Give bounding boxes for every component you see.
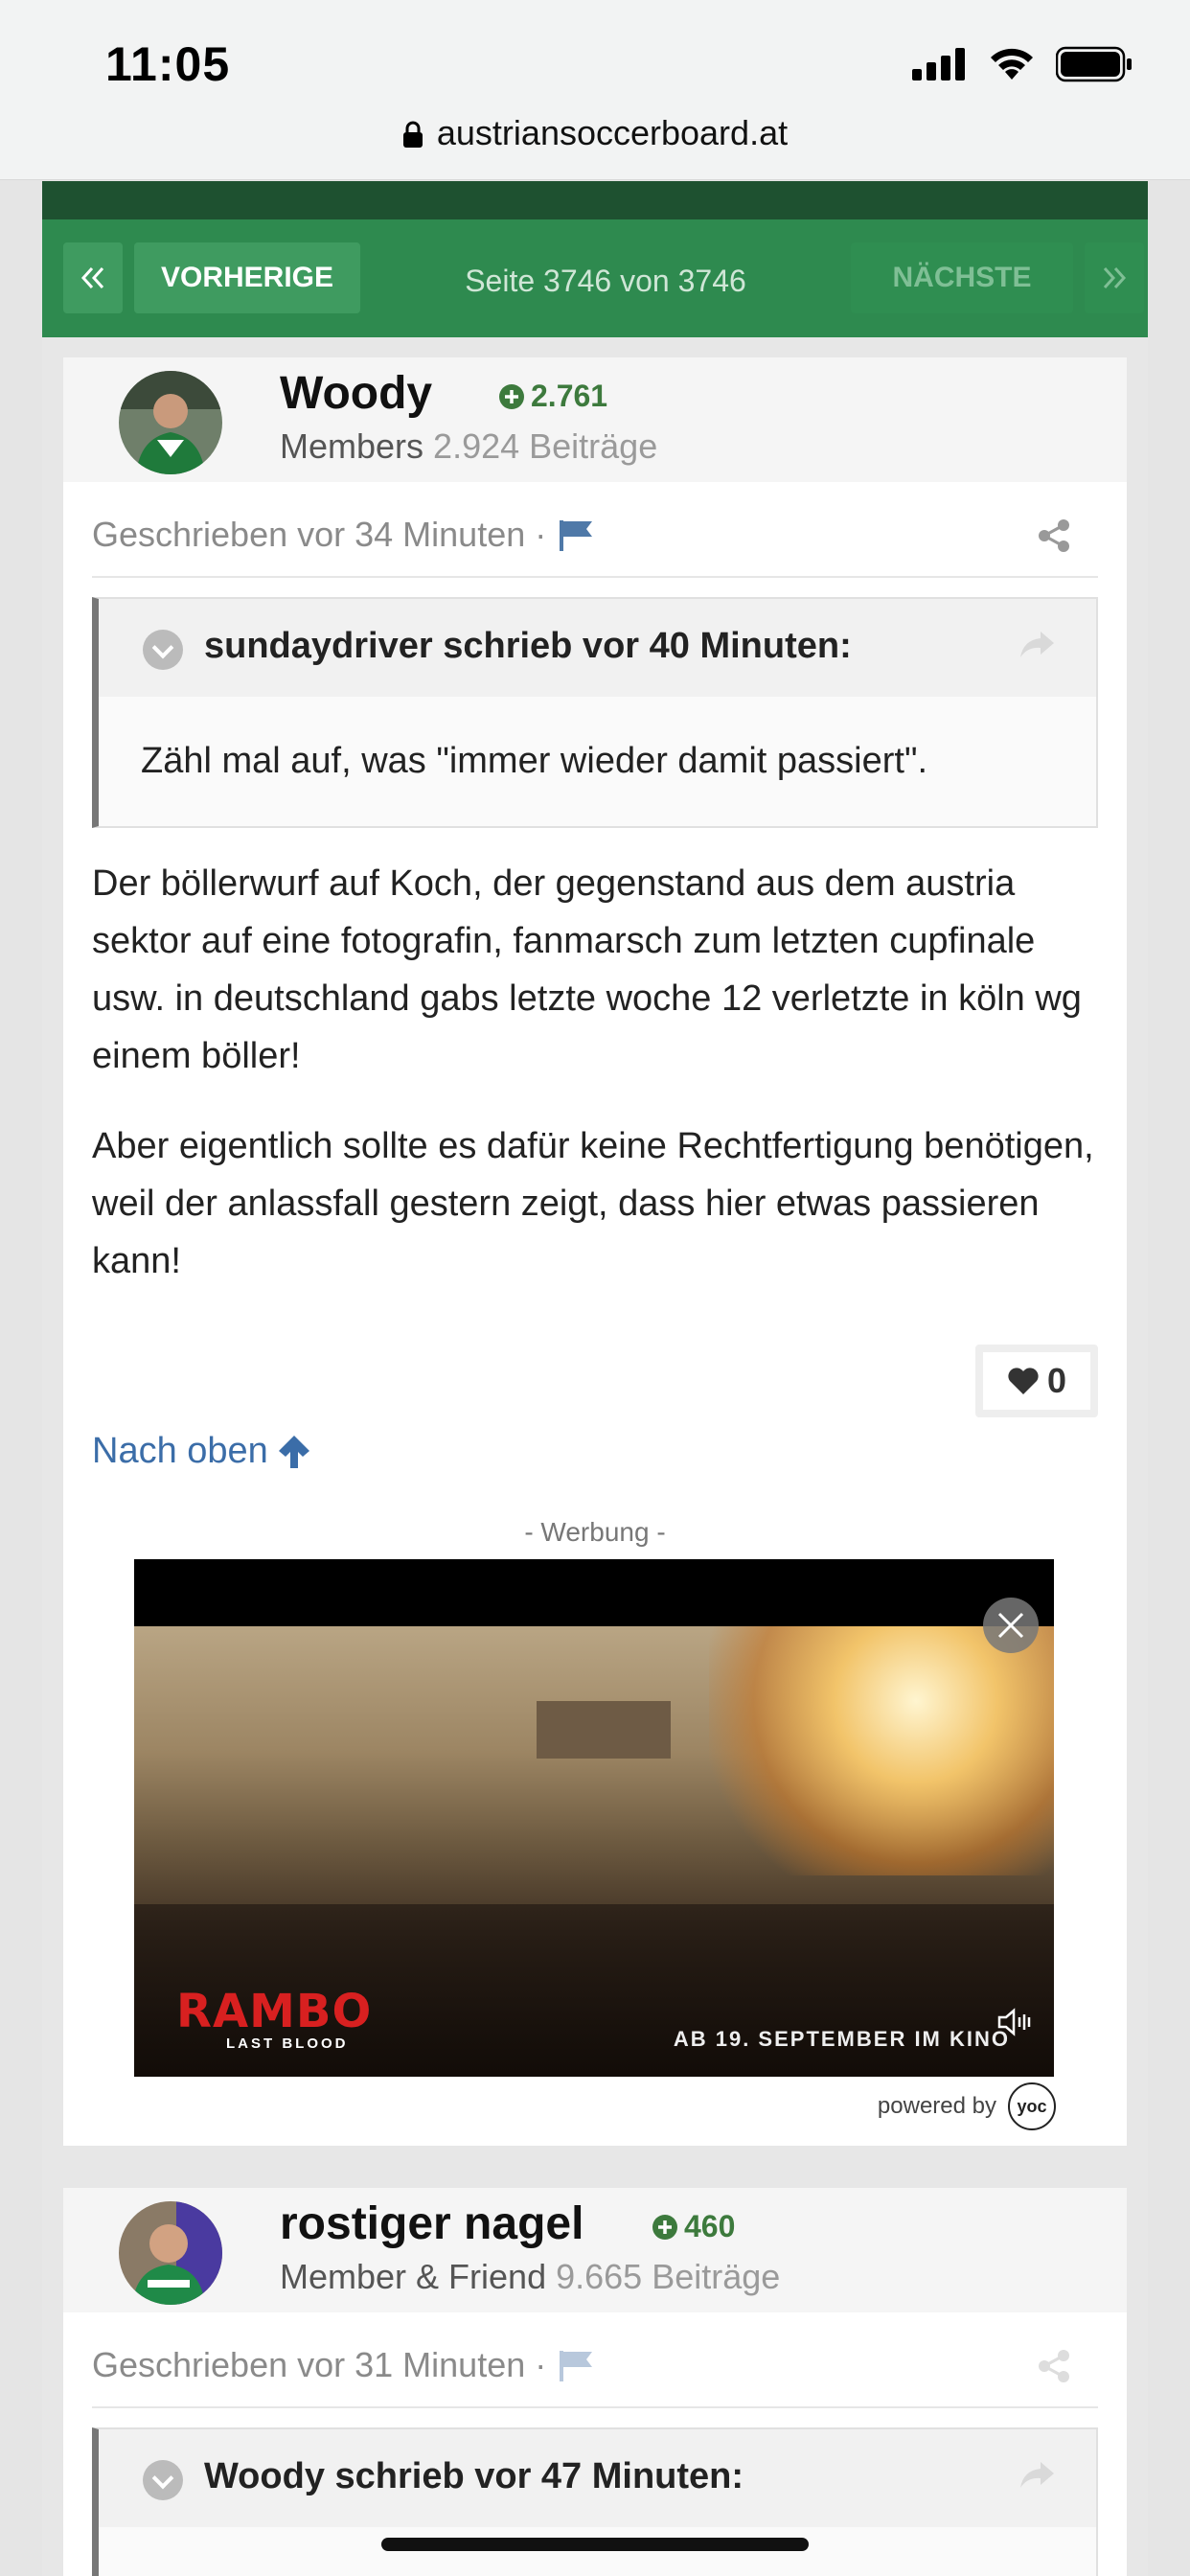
quote-block: sundaydriver schrieb vor 40 Minuten: Zäh… — [92, 597, 1098, 828]
last-page-button[interactable] — [1085, 242, 1144, 313]
close-icon — [997, 1612, 1024, 1639]
ad-brand-sub: LAST BLOOD — [226, 2036, 349, 2052]
quote-header: Woody schrieb vor 47 Minuten: — [99, 2429, 1096, 2527]
post-paragraph: Der böllerwurf auf Koch, der gegenstand … — [92, 863, 1082, 1076]
back-to-top-label: Nach oben — [92, 1431, 268, 1471]
ad-brand: RAMBO — [176, 1985, 373, 2038]
status-icons — [912, 46, 1133, 82]
heart-icon — [1008, 1368, 1039, 1394]
reputation-value: 460 — [684, 2209, 736, 2243]
powered-by-label: powered by — [877, 2093, 996, 2119]
author-name[interactable]: Woody — [280, 367, 432, 420]
signal-icon — [912, 48, 965, 80]
url-bar[interactable]: austriansoccerboard.at — [0, 113, 1190, 153]
post-count: 2.924 Beiträge — [433, 426, 658, 466]
ad-scene-house — [537, 1701, 671, 1759]
pagination-bar: VORHERIGE Seite 3746 von 3746 NÄCHSTE — [42, 219, 1148, 337]
quote-block: Woody schrieb vor 47 Minuten: — [92, 2427, 1098, 2576]
sound-icon[interactable] — [996, 2006, 1035, 2038]
browser-top-bar: 11:05 austriansoccerboard.at — [0, 0, 1190, 180]
role-label: Members — [280, 426, 424, 466]
post: Woody 2.761 Members 2.924 Beiträge Gesch… — [63, 357, 1127, 2146]
post-header: rostiger nagel 460 Member & Friend 9.665… — [63, 2188, 1127, 2312]
post-count: 9.665 Beiträge — [556, 2257, 781, 2296]
post-date-text: Geschrieben vor 31 Minuten · — [92, 2345, 547, 2384]
yoc-logo: yoc — [1008, 2082, 1056, 2130]
battery-icon — [1056, 46, 1132, 82]
reputation-value: 2.761 — [531, 379, 608, 413]
lock-icon — [402, 121, 423, 148]
post: rostiger nagel 460 Member & Friend 9.665… — [63, 2188, 1127, 2576]
post-meta: Geschrieben vor 31 Minuten · — [92, 2312, 1098, 2408]
double-chevron-right-icon — [1103, 266, 1127, 289]
post-meta: Geschrieben vor 34 Minuten · — [92, 482, 1098, 578]
reputation-badge: 460 — [652, 2209, 735, 2244]
share-icon[interactable] — [1037, 2349, 1071, 2383]
back-to-top-link[interactable]: Nach oben — [92, 1431, 310, 1472]
header-strip — [42, 181, 1148, 219]
plus-circle-icon — [499, 383, 524, 409]
plus-circle-icon — [652, 2214, 677, 2240]
reply-arrow-icon[interactable] — [1018, 2458, 1056, 2491]
avatar[interactable] — [119, 2201, 222, 2305]
double-chevron-left-icon — [80, 266, 104, 289]
page-indicator[interactable]: Seite 3746 von 3746 — [368, 264, 843, 299]
author-name[interactable]: rostiger nagel — [280, 2197, 584, 2250]
flag-icon[interactable] — [558, 518, 596, 551]
member-role: Member & Friend 9.665 Beiträge — [280, 2257, 780, 2297]
page-content: VORHERIGE Seite 3746 von 3746 NÄCHSTE Wo… — [42, 181, 1148, 2576]
ad-tagline: AB 19. SEPTEMBER IM KINO — [673, 2027, 1010, 2051]
member-role: Members 2.924 Beiträge — [280, 426, 657, 467]
post-header: Woody 2.761 Members 2.924 Beiträge — [63, 357, 1127, 482]
quote-header: sundaydriver schrieb vor 40 Minuten: — [99, 599, 1096, 697]
flag-icon[interactable] — [558, 2349, 596, 2381]
post-paragraph: Aber eigentlich sollte es dafür keine Re… — [92, 1126, 1094, 1281]
reply-arrow-icon[interactable] — [1018, 628, 1056, 660]
ad-powered-by[interactable]: powered by yoc — [878, 2082, 1056, 2130]
post-date: Geschrieben vor 34 Minuten · — [92, 515, 596, 555]
reputation-badge: 2.761 — [498, 379, 607, 414]
role-label: Member & Friend — [280, 2257, 547, 2296]
quote-body: Zähl mal auf, was "immer wieder damit pa… — [141, 741, 928, 781]
next-page-button[interactable]: NÄCHSTE — [851, 242, 1073, 313]
video-ad[interactable]: RAMBO LAST BLOOD AB 19. SEPTEMBER IM KIN… — [134, 1559, 1054, 2077]
ad-scene-explosion — [709, 1626, 1054, 1875]
first-page-button[interactable] — [63, 242, 123, 313]
ad-close-button[interactable] — [983, 1598, 1039, 1653]
post-date: Geschrieben vor 31 Minuten · — [92, 2345, 596, 2385]
arrow-up-icon — [278, 1435, 309, 1468]
quote-title: sundaydriver schrieb vor 40 Minuten: — [204, 626, 852, 666]
prev-page-button[interactable]: VORHERIGE — [134, 242, 360, 313]
url-text: austriansoccerboard.at — [436, 113, 789, 152]
post-content: Der böllerwurf auf Koch, der gegenstand … — [63, 828, 1127, 1290]
post-date-text: Geschrieben vor 34 Minuten · — [92, 515, 547, 554]
wifi-icon — [991, 48, 1033, 80]
home-indicator — [381, 2538, 809, 2551]
quote-title: Woody schrieb vor 47 Minuten: — [204, 2456, 744, 2496]
quote-collapse-toggle[interactable] — [143, 2460, 183, 2500]
like-count: 0 — [1046, 1361, 1067, 1400]
share-icon[interactable] — [1037, 518, 1071, 553]
ad-label: - Werbung - — [524, 1517, 666, 1547]
quote-collapse-toggle[interactable] — [143, 630, 183, 670]
avatar[interactable] — [119, 371, 222, 474]
like-button[interactable]: 0 — [975, 1345, 1098, 1417]
status-time: 11:05 — [105, 37, 231, 91]
